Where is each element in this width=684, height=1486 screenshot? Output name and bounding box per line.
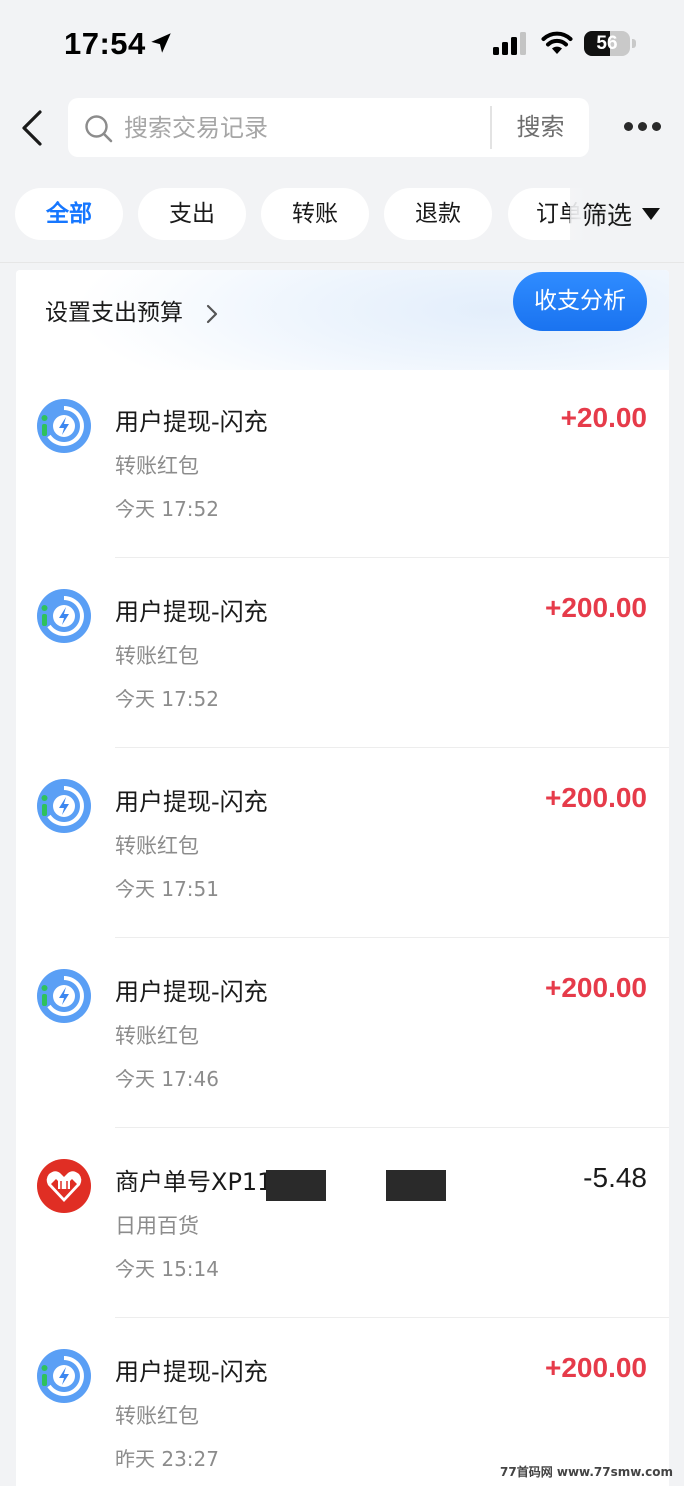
caret-down-icon — [642, 208, 661, 220]
flash-recharge-icon — [37, 969, 91, 1023]
transaction-title: 用户提现-闪充 — [115, 1358, 268, 1386]
battery-level-text: 56 — [596, 33, 618, 54]
income-expense-analysis-button[interactable]: 收支分析 — [513, 272, 647, 331]
transaction-row[interactable]: 用户提现-闪充 转账红包 今天 17:52 +200.00 — [16, 558, 669, 748]
tab-refund[interactable]: 退款 — [384, 188, 492, 240]
transaction-time: 今天 17:51 — [115, 877, 219, 901]
transaction-category: 转账红包 — [115, 1024, 199, 1048]
transaction-time: 今天 17:46 — [115, 1067, 219, 1091]
budget-strip: 设置支出预算 收支分析 — [16, 270, 669, 370]
transaction-time: 昨天 23:27 — [115, 1447, 219, 1471]
transaction-row[interactable]: 用户提现-闪充 转账红包 今天 17:52 +20.00 — [16, 368, 669, 558]
filter-button[interactable]: 筛选 — [582, 196, 661, 236]
search-icon — [85, 115, 113, 143]
tab-transfer[interactable]: 转账 — [261, 188, 369, 240]
transaction-title: 用户提现-闪充 — [115, 788, 268, 816]
set-budget-link[interactable]: 设置支出预算 — [45, 296, 183, 330]
transaction-title: 用户提现-闪充 — [115, 408, 268, 436]
search-box: 搜索 — [68, 98, 589, 157]
flash-recharge-icon — [37, 399, 91, 453]
battery-icon: 56 — [584, 31, 630, 56]
redaction-block — [386, 1170, 446, 1201]
more-options-icon[interactable] — [620, 117, 664, 137]
transaction-title: 用户提现-闪充 — [115, 598, 268, 626]
flash-recharge-icon — [37, 779, 91, 833]
battery-tip — [632, 39, 636, 48]
tab-all[interactable]: 全部 — [15, 188, 123, 240]
transaction-time: 今天 17:52 — [115, 687, 219, 711]
location-arrow-icon — [151, 33, 171, 53]
back-button[interactable] — [18, 108, 48, 148]
transaction-category: 转账红包 — [115, 454, 199, 478]
watermark-text: 77首码网 www.77smw.com — [500, 1465, 674, 1479]
tab-expense[interactable]: 支出 — [138, 188, 246, 240]
cellular-signal-icon — [493, 32, 526, 55]
transaction-category: 转账红包 — [115, 1404, 199, 1428]
search-input[interactable] — [124, 106, 484, 150]
transaction-title: 商户单号XP11 — [115, 1168, 273, 1196]
transaction-time: 今天 17:52 — [115, 497, 219, 521]
transaction-amount: +20.00 — [560, 402, 647, 433]
transaction-row[interactable]: 用户提现-闪充 转账红包 今天 17:51 +200.00 — [16, 748, 669, 938]
transaction-amount: +200.00 — [545, 592, 647, 623]
transaction-row[interactable]: 用户提现-闪充 转账红包 昨天 23:27 +200.00 — [16, 1318, 669, 1486]
transaction-title: 用户提现-闪充 — [115, 978, 268, 1006]
transaction-category: 日用百货 — [115, 1214, 199, 1238]
transaction-row[interactable]: 商户单号XP11 日用百货 今天 15:14 -5.48 — [16, 1128, 669, 1318]
search-button[interactable]: 搜索 — [492, 98, 589, 157]
status-time: 17:54 — [64, 26, 146, 61]
transaction-time: 今天 15:14 — [115, 1257, 219, 1281]
transaction-category: 转账红包 — [115, 644, 199, 668]
wifi-icon — [541, 31, 573, 54]
transaction-amount: +200.00 — [545, 782, 647, 813]
transaction-row[interactable]: 用户提现-闪充 转账红包 今天 17:46 +200.00 — [16, 938, 669, 1128]
filter-label: 筛选 — [582, 201, 633, 230]
transaction-amount: +200.00 — [545, 1352, 647, 1383]
flash-recharge-icon — [37, 1349, 91, 1403]
pinduoduo-logo-icon — [37, 1159, 91, 1213]
transaction-amount: +200.00 — [545, 972, 647, 1003]
transaction-amount: -5.48 — [583, 1162, 647, 1193]
flash-recharge-icon — [37, 589, 91, 643]
redaction-block — [266, 1170, 326, 1201]
status-bar: 17:54 56 — [0, 0, 684, 88]
chevron-right-icon — [206, 304, 218, 324]
transaction-category: 转账红包 — [115, 834, 199, 858]
header-divider — [0, 262, 684, 263]
transactions-card: 设置支出预算 收支分析 用户提现-闪充 转账红包 今天 17:52 +20.00 — [16, 270, 669, 1486]
